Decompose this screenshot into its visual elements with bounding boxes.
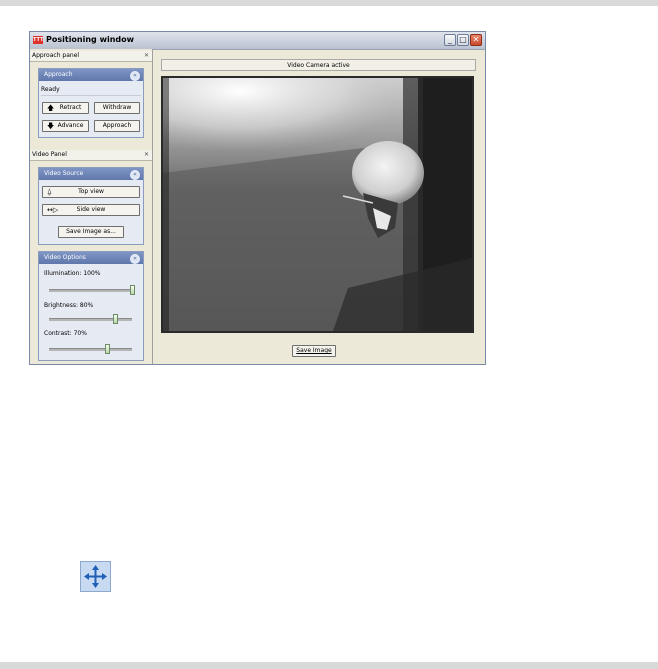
illumination-slider[interactable] — [49, 285, 135, 295]
window-title: Positioning window — [46, 35, 135, 44]
contrast-label: Contrast: 70% — [44, 330, 87, 337]
collapse-icon[interactable]: « — [130, 71, 140, 81]
brightness-slider-thumb[interactable] — [113, 314, 119, 324]
video-source-header[interactable]: Video Source « — [39, 168, 143, 180]
approach-panel-close-icon[interactable]: ✕ — [144, 51, 149, 61]
arrow-up-icon: 🡅 — [47, 104, 55, 112]
side-view-button[interactable]: ↔▷ Side view — [42, 204, 140, 216]
approach-button[interactable]: Approach — [94, 120, 140, 132]
video-options-group: Video Options « Illumination: 100% Brigh… — [38, 251, 144, 361]
brightness-label: Brightness: 80% — [44, 302, 94, 309]
video-panel-title: Video Panel — [32, 151, 67, 158]
video-source-title: Video Source — [44, 170, 84, 177]
positioning-window: TTT Positioning window _ □ ✕ Approach pa… — [29, 31, 486, 365]
illumination-label: Illumination: 100% — [44, 270, 101, 277]
app-logo-icon: TTT — [33, 36, 44, 44]
video-image — [163, 78, 472, 331]
video-panel-header: Video Panel ✕ — [30, 150, 152, 161]
approach-group-header[interactable]: Approach « — [39, 69, 143, 81]
window-titlebar[interactable]: TTT Positioning window _ □ ✕ — [30, 32, 485, 50]
video-source-group: Video Source « ⍙ Top view ↔▷ Side view S… — [38, 167, 144, 245]
video-feed — [161, 76, 474, 333]
video-area: Video Camera active Save Image — [155, 49, 484, 364]
brightness-slider[interactable] — [49, 314, 132, 324]
save-image-button[interactable]: Save Image — [292, 345, 336, 357]
approach-group: Approach « Ready 🡅 Retract Withdraw 🡇 Ad… — [38, 68, 144, 138]
page-bottom-band — [0, 662, 658, 669]
approach-group-title: Approach — [44, 71, 73, 78]
advance-button[interactable]: 🡇 Advance — [42, 120, 89, 132]
move-arrows-icon — [80, 561, 111, 592]
save-image-as-button[interactable]: Save Image as... — [58, 226, 124, 238]
illumination-slider-thumb[interactable] — [130, 285, 135, 295]
approach-panel-header: Approach panel ✕ — [30, 51, 152, 62]
arrow-down-icon: 🡇 — [47, 122, 55, 130]
minimize-button[interactable]: _ — [444, 34, 456, 46]
video-status-bar: Video Camera active — [161, 59, 476, 71]
contrast-slider-thumb[interactable] — [105, 344, 111, 354]
page-top-band — [0, 0, 658, 6]
collapse-icon[interactable]: « — [130, 254, 140, 264]
withdraw-button[interactable]: Withdraw — [94, 102, 140, 114]
top-view-icon: ⍙ — [47, 187, 52, 196]
maximize-button[interactable]: □ — [457, 34, 469, 46]
approach-panel-title: Approach panel — [32, 52, 80, 59]
contrast-slider[interactable] — [49, 344, 132, 354]
video-options-header[interactable]: Video Options « — [39, 252, 143, 264]
video-options-title: Video Options — [44, 254, 86, 261]
collapse-icon[interactable]: « — [130, 170, 140, 180]
side-view-icon: ↔▷ — [47, 206, 59, 214]
approach-status: Ready — [41, 85, 141, 96]
video-panel-close-icon[interactable]: ✕ — [144, 150, 149, 160]
close-button[interactable]: ✕ — [470, 34, 482, 46]
move-arrows-glyph — [84, 565, 107, 588]
top-view-button[interactable]: ⍙ Top view — [42, 186, 140, 198]
retract-button[interactable]: 🡅 Retract — [42, 102, 89, 114]
left-panel-column: Approach panel ✕ Approach « Ready 🡅 Retr… — [30, 49, 153, 364]
